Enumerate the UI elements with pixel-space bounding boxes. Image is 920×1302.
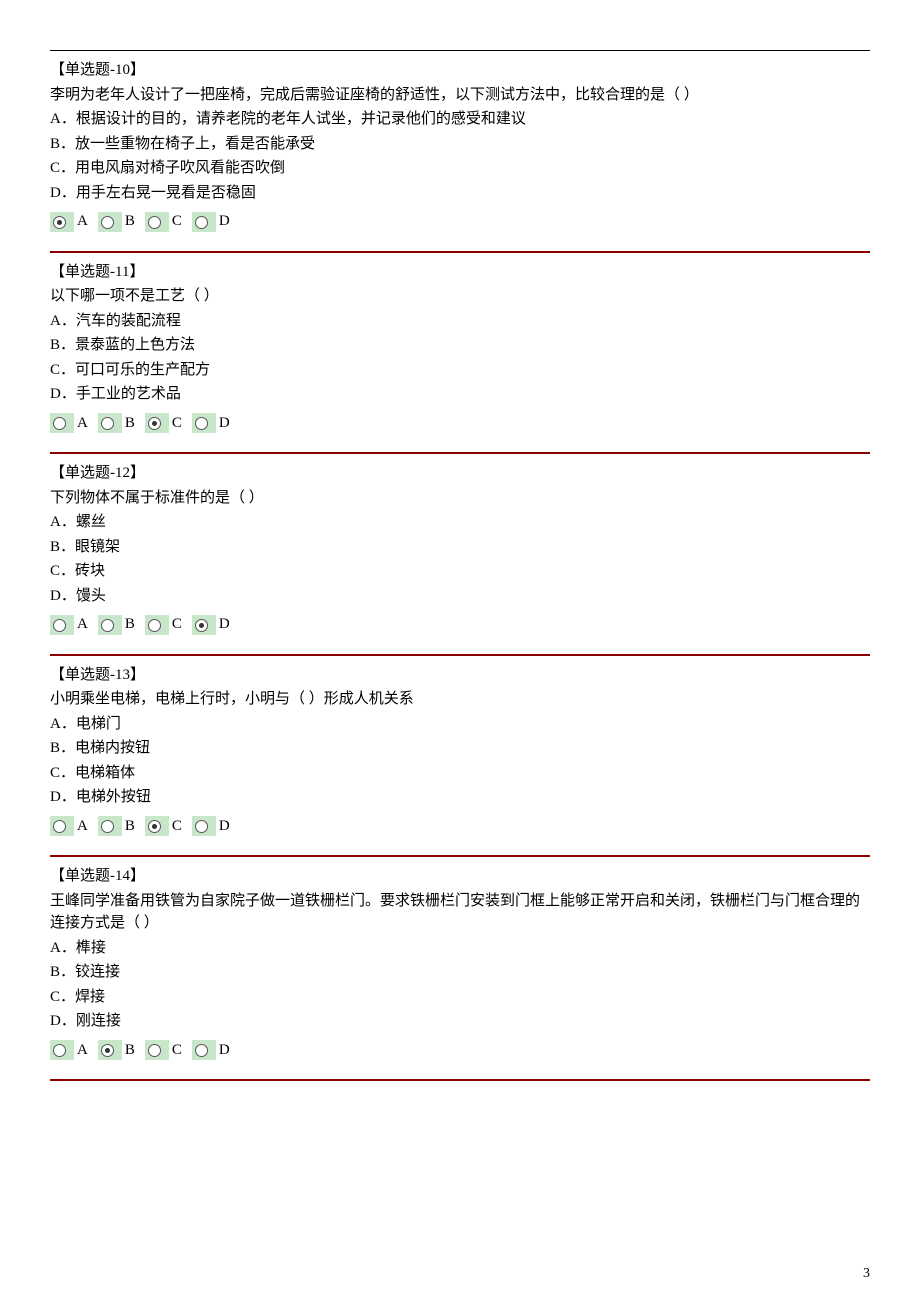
radio-choice[interactable] [50,1040,74,1060]
radio-choice[interactable] [98,615,122,635]
option-text: B．电梯内按钮 [50,737,870,760]
choice-label: A [75,613,88,636]
option-text: D．手工业的艺术品 [50,383,870,406]
radio-choice[interactable] [192,1040,216,1060]
radio-choice[interactable] [192,413,216,433]
radio-choice[interactable] [192,615,216,635]
option-text: A．螺丝 [50,511,870,534]
choice-label: B [123,412,135,435]
radio-choice[interactable] [50,212,74,232]
answer-row: A B C D [50,412,870,435]
choice-label: A [75,815,88,838]
option-text: C．可口可乐的生产配方 [50,359,870,382]
choice-label: C [170,613,182,636]
question-block: 【单选题-11】以下哪一项不是工艺（ ）A．汽车的装配流程B．景泰蓝的上色方法C… [50,251,870,435]
page-number: 3 [863,1263,870,1284]
option-text: A．榫接 [50,937,870,960]
choice-label: D [217,613,230,636]
radio-choice[interactable] [145,816,169,836]
radio-choice[interactable] [98,413,122,433]
choice-label: D [217,210,230,233]
option-text: C．用电风扇对椅子吹风看能否吹倒 [50,157,870,180]
radio-choice[interactable] [50,413,74,433]
question-title: 【单选题-10】 [50,59,870,82]
choice-label: C [170,815,182,838]
question-block: 【单选题-10】李明为老年人设计了一把座椅，完成后需验证座椅的舒适性，以下测试方… [50,50,870,233]
option-text: A．电梯门 [50,713,870,736]
question-block: 【单选题-14】王峰同学准备用铁管为自家院子做一道铁栅栏门。要求铁栅栏门安装到门… [50,855,870,1061]
radio-choice[interactable] [98,212,122,232]
choice-label: B [123,210,135,233]
option-text: C．焊接 [50,986,870,1009]
choice-label: D [217,1039,230,1062]
option-text: B．放一些重物在椅子上，看是否能承受 [50,133,870,156]
choice-label: C [170,210,182,233]
choice-label: B [123,815,135,838]
radio-choice[interactable] [145,1040,169,1060]
radio-choice[interactable] [50,816,74,836]
question-title: 【单选题-14】 [50,865,870,888]
answer-row: A B C D [50,815,870,838]
option-text: C．电梯箱体 [50,762,870,785]
question-stem: 以下哪一项不是工艺（ ） [50,285,870,308]
question-title: 【单选题-12】 [50,462,870,485]
option-text: B．景泰蓝的上色方法 [50,334,870,357]
option-text: D．电梯外按钮 [50,786,870,809]
question-stem: 下列物体不属于标准件的是（ ） [50,487,870,510]
choice-label: A [75,412,88,435]
option-text: A．汽车的装配流程 [50,310,870,333]
choice-label: C [170,1039,182,1062]
radio-choice[interactable] [145,615,169,635]
option-text: B．铰连接 [50,961,870,984]
option-text: B．眼镜架 [50,536,870,559]
question-title: 【单选题-11】 [50,261,870,284]
radio-choice[interactable] [98,1040,122,1060]
choice-label: D [217,815,230,838]
option-text: A．根据设计的目的，请养老院的老年人试坐，并记录他们的感受和建议 [50,108,870,131]
choice-label: A [75,210,88,233]
question-block: 【单选题-12】下列物体不属于标准件的是（ ）A．螺丝B．眼镜架C．砖块D．馒头… [50,452,870,636]
question-stem: 李明为老年人设计了一把座椅，完成后需验证座椅的舒适性，以下测试方法中，比较合理的… [50,84,870,107]
question-stem: 小明乘坐电梯，电梯上行时，小明与（ ）形成人机关系 [50,688,870,711]
option-text: D．刚连接 [50,1010,870,1033]
answer-row: A B C D [50,210,870,233]
radio-choice[interactable] [145,413,169,433]
radio-choice[interactable] [98,816,122,836]
choice-label: C [170,412,182,435]
radio-choice[interactable] [192,816,216,836]
question-title: 【单选题-13】 [50,664,870,687]
choice-label: B [123,1039,135,1062]
radio-choice[interactable] [50,615,74,635]
question-block: 【单选题-13】小明乘坐电梯，电梯上行时，小明与（ ）形成人机关系A．电梯门B．… [50,654,870,838]
answer-row: A B C D [50,613,870,636]
radio-choice[interactable] [192,212,216,232]
choice-label: A [75,1039,88,1062]
option-text: D．馒头 [50,585,870,608]
radio-choice[interactable] [145,212,169,232]
option-text: D．用手左右晃一晃看是否稳固 [50,182,870,205]
answer-row: A B C D [50,1039,870,1062]
option-text: C．砖块 [50,560,870,583]
choice-label: B [123,613,135,636]
question-stem: 王峰同学准备用铁管为自家院子做一道铁栅栏门。要求铁栅栏门安装到门框上能够正常开启… [50,890,870,935]
choice-label: D [217,412,230,435]
